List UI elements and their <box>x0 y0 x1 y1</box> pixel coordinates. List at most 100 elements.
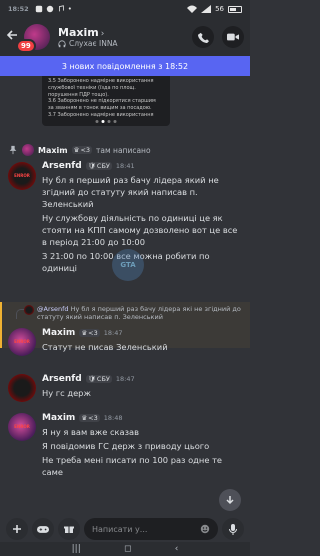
user-tag-text: <3 <box>80 146 91 154</box>
header-name-line: Maxim › <box>58 26 118 40</box>
user-tag-text: <3 <box>88 329 98 337</box>
avatar-label: ENROR <box>14 424 30 429</box>
message-text: Статут не писав Зеленський <box>42 341 244 353</box>
message-list[interactable]: 3.5 Заборонено надмірне використання слу… <box>0 76 250 516</box>
user-tag-text: СБУ <box>96 375 110 383</box>
attached-image[interactable]: 3.5 Заборонено надмірне використання слу… <box>42 76 170 126</box>
message-author[interactable]: Maxim <box>42 413 75 423</box>
video-call-button[interactable] <box>222 26 244 48</box>
pager-dot <box>113 120 117 123</box>
message-author[interactable]: Arsenfd <box>42 161 82 171</box>
avatar <box>24 305 34 315</box>
message-header: Maxim ♛ <3 18:48 <box>42 412 244 424</box>
activities-button[interactable] <box>32 518 54 540</box>
message-time: 18:41 <box>115 162 135 170</box>
notification-icons: • <box>35 5 72 13</box>
header-user-info[interactable]: Maxim › Слухає INNA <box>58 26 118 49</box>
crown-icon: ♛ <box>81 329 88 337</box>
arrow-down-icon <box>226 496 234 505</box>
avatar-label: ENROR <box>14 173 30 178</box>
pager-dot <box>101 120 105 123</box>
new-messages-text: 3 нових повідомлення з 18:52 <box>61 61 189 71</box>
system-nav-bar: ||| ◻ ‹ <box>0 542 250 556</box>
battery-level: 56 <box>215 5 224 13</box>
pager-dot <box>95 120 99 123</box>
image-pager <box>95 120 117 123</box>
message-header: Arsenfd 🛡 СБУ 18:41 <box>42 160 244 172</box>
message-paragraph: Я ну я вам вже сказав <box>42 427 140 437</box>
message-paragraph: Не треба мені писати по 100 раз одне те … <box>42 455 223 478</box>
discord-icon <box>46 5 53 13</box>
image-text-line: за званням в тонок вищим за посадою. <box>48 105 152 111</box>
status-time: 18:52 <box>8 5 29 13</box>
avatar[interactable]: ENROR <box>8 162 36 190</box>
image-text-line: 3.7 Заборонено надмірне використання <box>48 111 154 118</box>
recent-apps-icon[interactable]: ||| <box>72 544 81 554</box>
status-bar: 18:52 • 56 <box>0 0 250 18</box>
message-input[interactable]: Написати у... <box>84 518 218 540</box>
message-composer: Написати у... <box>0 516 250 542</box>
user-tag: 🛡 СБУ <box>85 162 112 170</box>
pin-notice-text: там написано <box>96 145 151 155</box>
add-attachment-button[interactable] <box>6 518 28 540</box>
reply-mention: @Arsenfd <box>37 305 69 313</box>
message-input-placeholder: Написати у... <box>92 524 148 534</box>
message-text: Ну гс держ <box>42 387 244 399</box>
image-text-line: 3.6 Заборонено не підкорятися старшим <box>48 98 156 105</box>
music-icon <box>58 5 64 12</box>
reply-reference[interactable]: @Arsenfd Ну бл я перший раз бачу лідера … <box>24 305 246 322</box>
user-tag: ♛ <3 <box>79 414 100 422</box>
shield-icon: 🛡 <box>87 162 96 170</box>
avatar <box>22 144 34 156</box>
message-author[interactable]: Arsenfd <box>42 374 82 384</box>
watermark-text: GTA <box>120 261 136 269</box>
gift-button[interactable] <box>58 518 80 540</box>
home-icon[interactable]: ◻ <box>124 544 131 554</box>
user-tag: ♛ <3 <box>79 329 100 337</box>
message-time: 18:48 <box>103 414 123 422</box>
scroll-to-bottom-button[interactable] <box>219 489 241 511</box>
crown-icon: ♛ <box>81 414 88 422</box>
wifi-icon <box>187 5 198 13</box>
message-header: Maxim ♛ <3 18:47 <box>42 327 244 339</box>
back-icon[interactable]: ‹ <box>175 544 179 554</box>
user-tag: ♛ <3 <box>71 146 93 154</box>
voice-call-button[interactable] <box>192 26 214 48</box>
message-time: 18:47 <box>103 329 123 337</box>
message-paragraph: Статут не писав Зеленський <box>42 342 168 352</box>
voice-message-button[interactable] <box>222 518 244 540</box>
message-text: Я ну я вам вже сказав Я повідомив ГС дер… <box>42 426 244 478</box>
header-username: Maxim <box>58 25 99 39</box>
gift-icon <box>64 526 74 533</box>
message-paragraph: Ну службову діяльність по одиниці це як … <box>42 213 238 248</box>
chat-header: 99 Maxim › Слухає INNA <box>0 18 250 56</box>
message-body: Maxim ♛ <3 18:48 Я ну я вам вже сказав Я … <box>42 412 244 480</box>
avatar[interactable] <box>8 374 36 402</box>
user-tag-text: СБУ <box>96 162 110 170</box>
avatar-label: ENROR <box>14 339 30 344</box>
header-actions <box>192 26 244 48</box>
pager-dot <box>107 120 111 123</box>
message-author[interactable]: Maxim <box>42 328 75 338</box>
reply-text: @Arsenfd Ну бл я перший раз бачу лідера … <box>37 305 246 322</box>
battery-icon <box>228 5 242 13</box>
phone-icon <box>197 32 209 43</box>
plus-icon <box>13 525 21 533</box>
avatar[interactable]: ENROR <box>8 413 36 441</box>
avatar[interactable]: ENROR <box>8 328 36 356</box>
image-text-line: 3.5 Заборонено надмірне використання <box>48 78 154 84</box>
watermark-logo: GTA <box>112 249 144 281</box>
user-tag: 🛡 СБУ <box>85 375 112 383</box>
image-text-line: порушення ПДР тощо). <box>48 91 109 98</box>
emoji-icon[interactable] <box>200 524 210 534</box>
microphone-icon <box>229 523 237 535</box>
new-messages-bar[interactable]: 3 нових повідомлення з 18:52 <box>0 56 250 76</box>
message-paragraph: Ну бл я перший раз бачу лідера який не з… <box>42 175 219 210</box>
gamepad-icon <box>37 525 49 533</box>
unread-badge: 99 <box>16 39 36 53</box>
pin-notice-name: Maxim <box>38 145 68 155</box>
message-paragraph: Ну гс держ <box>42 388 91 398</box>
headphones-icon <box>58 40 66 48</box>
header-avatar[interactable]: 99 <box>16 24 50 53</box>
chevron-right-icon: › <box>100 28 105 39</box>
